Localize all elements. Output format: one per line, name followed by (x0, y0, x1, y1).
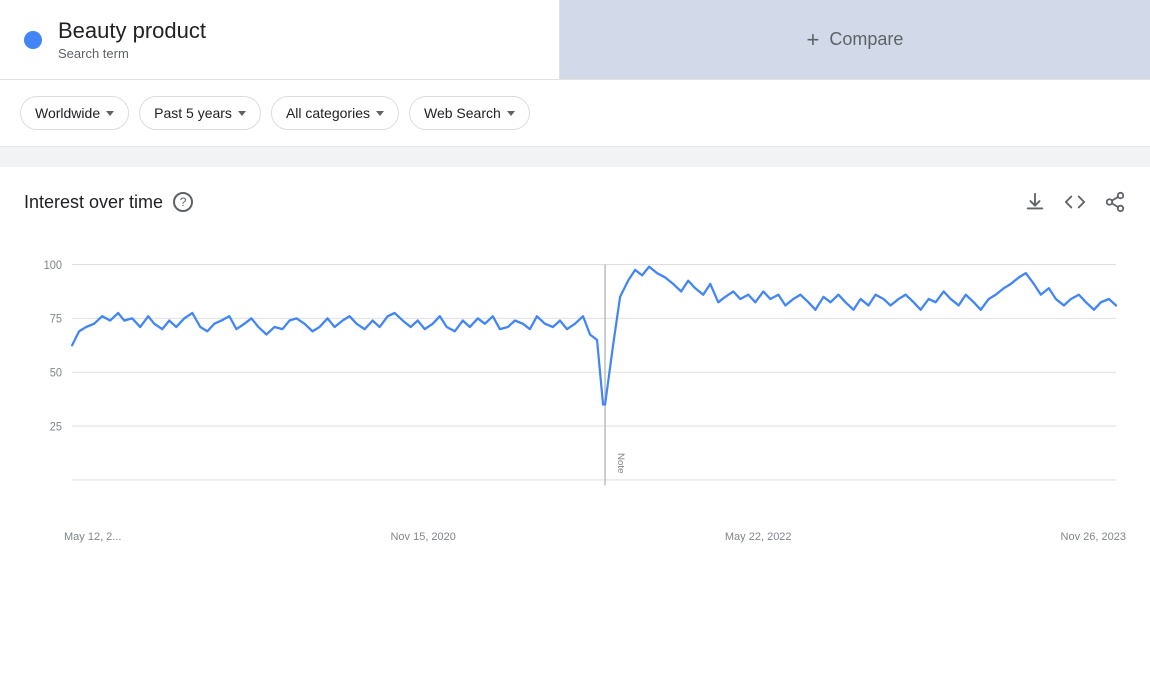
embed-button[interactable] (1064, 191, 1086, 213)
compare-label: Compare (829, 29, 903, 50)
interest-chart: 100 75 50 25 Note (24, 243, 1126, 523)
time-filter[interactable]: Past 5 years (139, 96, 261, 130)
main-content: Interest over time ? (0, 167, 1150, 559)
download-button[interactable] (1024, 191, 1046, 213)
svg-text:100: 100 (44, 260, 62, 272)
term-info: Beauty product Search term (58, 18, 206, 61)
chart-container: 100 75 50 25 Note (24, 243, 1126, 523)
chart-title: Interest over time (24, 192, 163, 213)
x-axis-labels: May 12, 2... Nov 15, 2020 May 22, 2022 N… (24, 523, 1126, 543)
search-term-card: Beauty product Search term (0, 0, 560, 79)
region-filter-label: Worldwide (35, 105, 100, 121)
svg-text:50: 50 (50, 367, 62, 379)
chevron-down-icon (376, 111, 384, 116)
section-spacer (0, 147, 1150, 167)
search-type-filter-label: Web Search (424, 105, 501, 121)
svg-text:Note: Note (616, 453, 626, 473)
svg-text:75: 75 (50, 313, 62, 325)
share-button[interactable] (1104, 191, 1126, 213)
chart-actions (1024, 191, 1126, 213)
compare-plus-icon: + (807, 27, 820, 53)
chart-title-group: Interest over time ? (24, 192, 193, 213)
help-icon[interactable]: ? (173, 192, 193, 212)
x-label-2022: May 22, 2022 (725, 531, 792, 543)
header-section: Beauty product Search term + Compare (0, 0, 1150, 80)
region-filter[interactable]: Worldwide (20, 96, 129, 130)
term-name: Beauty product (58, 18, 206, 44)
x-label-2023: Nov 26, 2023 (1061, 531, 1126, 543)
x-label-start: May 12, 2... (64, 531, 121, 543)
category-filter[interactable]: All categories (271, 96, 399, 130)
x-label-2020: Nov 15, 2020 (390, 531, 455, 543)
chevron-down-icon (507, 111, 515, 116)
compare-button[interactable]: + Compare (560, 0, 1150, 79)
search-type-filter[interactable]: Web Search (409, 96, 530, 130)
term-type: Search term (58, 46, 206, 61)
svg-text:25: 25 (50, 421, 62, 433)
category-filter-label: All categories (286, 105, 370, 121)
chevron-down-icon (106, 111, 114, 116)
chart-header: Interest over time ? (24, 191, 1126, 213)
term-dot (24, 31, 42, 49)
filter-bar: Worldwide Past 5 years All categories We… (0, 80, 1150, 147)
chevron-down-icon (238, 111, 246, 116)
time-filter-label: Past 5 years (154, 105, 232, 121)
